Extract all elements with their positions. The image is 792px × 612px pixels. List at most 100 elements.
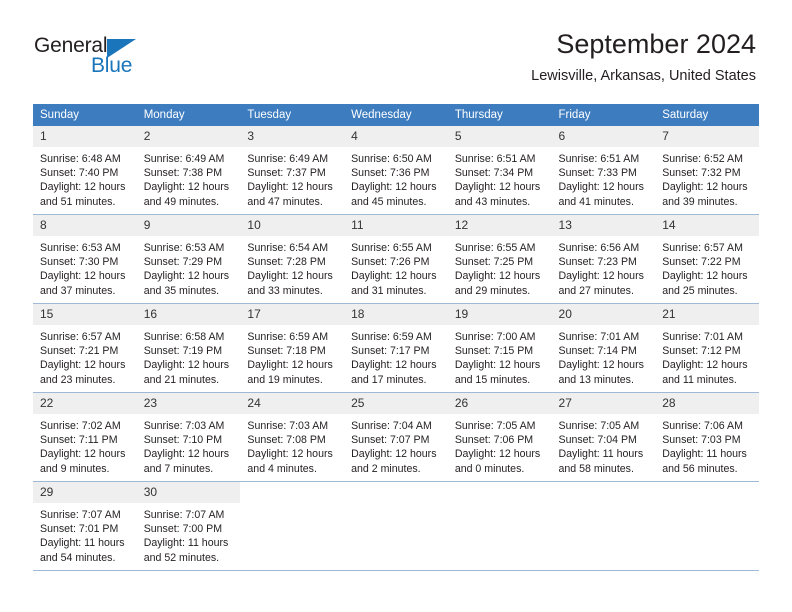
- daylight-line2: and 2 minutes.: [351, 462, 421, 475]
- day-cell[interactable]: 24 Sunrise: 7:03 AM Sunset: 7:08 PM Dayl…: [240, 392, 345, 482]
- day-number: 29: [33, 482, 137, 503]
- day-cell[interactable]: 7 Sunrise: 6:52 AM Sunset: 7:32 PM Dayli…: [655, 126, 759, 215]
- weekday-header-saturday: Saturday: [655, 104, 759, 126]
- day-cell[interactable]: 9 Sunrise: 6:53 AM Sunset: 7:29 PM Dayli…: [136, 214, 241, 304]
- day-cell[interactable]: 25 Sunrise: 7:04 AM Sunset: 7:07 PM Dayl…: [344, 392, 448, 482]
- day-cell[interactable]: 18 Sunrise: 6:59 AM Sunset: 7:17 PM Dayl…: [344, 303, 448, 393]
- sunset-text: Sunset: 7:01 PM: [40, 523, 119, 536]
- sunset-text: Sunset: 7:17 PM: [351, 345, 430, 358]
- day-cell[interactable]: 17 Sunrise: 6:59 AM Sunset: 7:18 PM Dayl…: [240, 303, 345, 393]
- day-cell[interactable]: 10 Sunrise: 6:54 AM Sunset: 7:28 PM Dayl…: [240, 214, 345, 304]
- daylight-line2: and 39 minutes.: [662, 195, 738, 208]
- day-cell[interactable]: 30 Sunrise: 7:07 AM Sunset: 7:00 PM Dayl…: [136, 481, 241, 571]
- sunrise-text: Sunrise: 7:01 AM: [662, 331, 743, 343]
- daylight-line1: Daylight: 12 hours: [143, 359, 230, 372]
- day-details: Sunrise: 6:55 AM Sunset: 7:25 PM Dayligh…: [448, 236, 552, 298]
- daylight-line2: and 47 minutes.: [247, 195, 323, 208]
- day-cell[interactable]: 3 Sunrise: 6:49 AM Sunset: 7:37 PM Dayli…: [240, 126, 345, 215]
- day-number: 22: [33, 393, 137, 414]
- day-details: Sunrise: 7:05 AM Sunset: 7:06 PM Dayligh…: [448, 414, 552, 476]
- day-cell[interactable]: 20 Sunrise: 7:01 AM Sunset: 7:14 PM Dayl…: [551, 303, 656, 393]
- day-cell[interactable]: 29 Sunrise: 7:07 AM Sunset: 7:01 PM Dayl…: [33, 481, 137, 571]
- day-cell[interactable]: 23 Sunrise: 7:03 AM Sunset: 7:10 PM Dayl…: [136, 392, 241, 482]
- day-number: 5: [447, 126, 552, 147]
- daylight-line2: and 37 minutes.: [40, 284, 116, 297]
- day-cell[interactable]: 4 Sunrise: 6:50 AM Sunset: 7:36 PM Dayli…: [344, 126, 448, 215]
- daylight-line2: and 58 minutes.: [558, 462, 634, 475]
- daylight-line2: and 33 minutes.: [247, 284, 323, 297]
- day-details: Sunrise: 6:59 AM Sunset: 7:18 PM Dayligh…: [240, 325, 344, 387]
- day-cell[interactable]: 28 Sunrise: 7:06 AM Sunset: 7:03 PM Dayl…: [655, 392, 759, 482]
- daylight-line1: Daylight: 12 hours: [351, 448, 437, 461]
- sunset-text: Sunset: 7:40 PM: [40, 167, 119, 180]
- day-number: 13: [551, 215, 656, 236]
- day-cell-empty: [447, 481, 552, 571]
- sunrise-text: Sunrise: 6:53 AM: [40, 242, 121, 254]
- day-cell[interactable]: 12 Sunrise: 6:55 AM Sunset: 7:25 PM Dayl…: [447, 214, 552, 304]
- daylight-line1: Daylight: 11 hours: [40, 537, 125, 550]
- sunrise-text: Sunrise: 6:49 AM: [247, 153, 329, 165]
- daylight-line1: Daylight: 12 hours: [662, 270, 748, 283]
- day-number: 10: [240, 215, 345, 236]
- day-number: 20: [551, 304, 656, 325]
- day-number: 11: [344, 215, 448, 236]
- day-number: 8: [33, 215, 137, 236]
- day-cell[interactable]: 22 Sunrise: 7:02 AM Sunset: 7:11 PM Dayl…: [33, 392, 137, 482]
- sunrise-text: Sunrise: 7:05 AM: [454, 420, 536, 432]
- day-details: Sunrise: 6:50 AM Sunset: 7:36 PM Dayligh…: [344, 147, 448, 209]
- day-cell[interactable]: 6 Sunrise: 6:51 AM Sunset: 7:33 PM Dayli…: [551, 126, 656, 215]
- day-cell[interactable]: 19 Sunrise: 7:00 AM Sunset: 7:15 PM Dayl…: [447, 303, 552, 393]
- sunrise-text: Sunrise: 6:59 AM: [247, 331, 329, 343]
- day-cell[interactable]: 21 Sunrise: 7:01 AM Sunset: 7:12 PM Dayl…: [655, 303, 759, 393]
- day-details: Sunrise: 6:49 AM Sunset: 7:37 PM Dayligh…: [240, 147, 344, 209]
- daylight-line2: and 21 minutes.: [143, 373, 220, 386]
- general-blue-logo[interactable]: General Blue: [34, 34, 184, 82]
- day-cell[interactable]: 16 Sunrise: 6:58 AM Sunset: 7:19 PM Dayl…: [136, 303, 241, 393]
- day-details: Sunrise: 6:58 AM Sunset: 7:19 PM Dayligh…: [137, 325, 241, 387]
- sunrise-text: Sunrise: 7:06 AM: [662, 420, 743, 432]
- daylight-line2: and 31 minutes.: [351, 284, 427, 297]
- day-cell[interactable]: 13 Sunrise: 6:56 AM Sunset: 7:23 PM Dayl…: [551, 214, 656, 304]
- sunset-text: Sunset: 7:36 PM: [351, 167, 430, 180]
- day-cell[interactable]: 27 Sunrise: 7:05 AM Sunset: 7:04 PM Dayl…: [551, 392, 656, 482]
- day-details: Sunrise: 6:54 AM Sunset: 7:28 PM Dayligh…: [240, 236, 344, 298]
- day-number: 30: [136, 482, 241, 503]
- day-cell[interactable]: 14 Sunrise: 6:57 AM Sunset: 7:22 PM Dayl…: [655, 214, 759, 304]
- sunset-text: Sunset: 7:03 PM: [662, 434, 741, 447]
- daylight-line1: Daylight: 12 hours: [247, 448, 333, 461]
- daylight-line2: and 0 minutes.: [454, 462, 525, 475]
- day-cell[interactable]: 15 Sunrise: 6:57 AM Sunset: 7:21 PM Dayl…: [33, 303, 137, 393]
- sunrise-text: Sunrise: 7:04 AM: [351, 420, 432, 432]
- day-cell[interactable]: 1 Sunrise: 6:48 AM Sunset: 7:40 PM Dayli…: [33, 126, 137, 215]
- day-number: [240, 482, 344, 503]
- daylight-line2: and 52 minutes.: [143, 551, 220, 564]
- sunset-text: Sunset: 7:37 PM: [247, 167, 326, 180]
- week-row: 29 Sunrise: 7:07 AM Sunset: 7:01 PM Dayl…: [33, 481, 759, 571]
- day-cell[interactable]: 8 Sunrise: 6:53 AM Sunset: 7:30 PM Dayli…: [33, 214, 137, 304]
- day-cell[interactable]: 2 Sunrise: 6:49 AM Sunset: 7:38 PM Dayli…: [136, 126, 241, 215]
- day-cell[interactable]: 26 Sunrise: 7:05 AM Sunset: 7:06 PM Dayl…: [447, 392, 552, 482]
- daylight-line2: and 45 minutes.: [351, 195, 427, 208]
- day-number: 14: [655, 215, 759, 236]
- day-cell[interactable]: 11 Sunrise: 6:55 AM Sunset: 7:26 PM Dayl…: [344, 214, 448, 304]
- day-details: Sunrise: 6:48 AM Sunset: 7:40 PM Dayligh…: [33, 147, 137, 209]
- daylight-line1: Daylight: 12 hours: [558, 181, 644, 194]
- day-number: 9: [136, 215, 241, 236]
- day-details: Sunrise: 7:04 AM Sunset: 7:07 PM Dayligh…: [344, 414, 448, 476]
- weekday-header-friday: Friday: [551, 104, 656, 126]
- daylight-line1: Daylight: 12 hours: [40, 359, 126, 372]
- sunset-text: Sunset: 7:14 PM: [558, 345, 637, 358]
- daylight-line2: and 4 minutes.: [247, 462, 317, 475]
- daylight-line2: and 23 minutes.: [40, 373, 116, 386]
- day-number: 1: [33, 126, 137, 147]
- day-details: Sunrise: 6:49 AM Sunset: 7:38 PM Dayligh…: [137, 147, 241, 209]
- day-number: 28: [655, 393, 759, 414]
- daylight-line1: Daylight: 12 hours: [40, 270, 126, 283]
- day-number: [655, 482, 759, 503]
- daylight-line1: Daylight: 12 hours: [454, 359, 541, 372]
- day-number: 7: [655, 126, 759, 147]
- sunset-text: Sunset: 7:06 PM: [454, 434, 534, 447]
- day-cell[interactable]: 5 Sunrise: 6:51 AM Sunset: 7:34 PM Dayli…: [447, 126, 552, 215]
- day-number: 17: [240, 304, 345, 325]
- day-number: 15: [33, 304, 137, 325]
